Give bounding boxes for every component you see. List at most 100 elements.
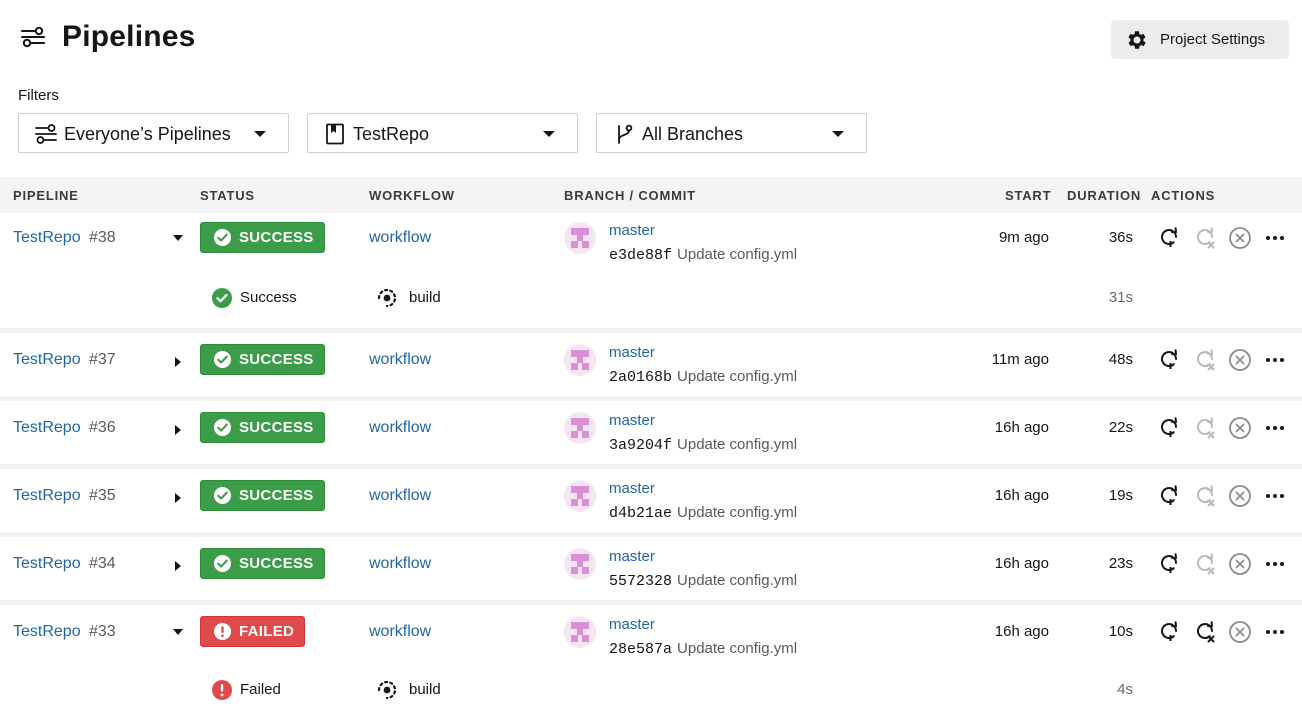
- avatar: [564, 548, 596, 580]
- cancel-icon[interactable]: [1228, 552, 1252, 576]
- cancel-icon[interactable]: [1228, 226, 1252, 250]
- job-duration: 31s: [1108, 289, 1133, 306]
- cancel-icon[interactable]: [1228, 620, 1252, 644]
- branch-filter-dropdown[interactable]: All Branches: [596, 113, 867, 153]
- table-row: TestRepo #37 SUCCESS workflow master 2a0168b U…: [0, 335, 1302, 396]
- branch-link[interactable]: master: [609, 548, 655, 565]
- collapse-row-toggle[interactable]: [173, 235, 183, 241]
- avatar: [564, 412, 596, 444]
- rerun-icon[interactable]: [1157, 226, 1181, 250]
- pipelines-filter-value: Everyone’s Pipelines: [64, 124, 231, 144]
- repo-icon: [326, 123, 344, 145]
- commit-info[interactable]: 5572328 Update config.yml: [609, 572, 797, 590]
- branch-link[interactable]: master: [609, 480, 655, 497]
- branch-link[interactable]: master: [609, 344, 655, 361]
- column-header-start: START: [1005, 188, 1052, 203]
- commit-hash: 5572328: [609, 573, 673, 590]
- workflow-link[interactable]: workflow: [369, 229, 431, 247]
- project-settings-button[interactable]: Project Settings: [1111, 20, 1289, 59]
- branch-link[interactable]: master: [609, 222, 655, 239]
- pipeline-repo-link[interactable]: TestRepo: [13, 623, 81, 641]
- duration: 19s: [1108, 487, 1133, 504]
- status-badge[interactable]: SUCCESS: [200, 222, 325, 253]
- page-header: Pipelines Project Settings: [0, 0, 1302, 80]
- start-time: 11m ago: [991, 351, 1049, 368]
- more-icon[interactable]: [1263, 552, 1287, 576]
- expand-row-toggle[interactable]: [175, 357, 181, 367]
- branch-link[interactable]: master: [609, 412, 655, 429]
- pipelines-filter-dropdown[interactable]: Everyone’s Pipelines: [18, 113, 289, 153]
- collapse-row-toggle[interactable]: [173, 629, 183, 635]
- expand-row-toggle[interactable]: [175, 561, 181, 571]
- commit-info[interactable]: 28e587a Update config.yml: [609, 640, 797, 658]
- more-icon[interactable]: [1263, 348, 1287, 372]
- commit-info[interactable]: 3a9204f Update config.yml: [609, 436, 797, 454]
- status-badge[interactable]: SUCCESS: [200, 344, 325, 375]
- row-divider: [0, 396, 1302, 401]
- pipeline-repo-link[interactable]: TestRepo: [13, 229, 81, 247]
- more-icon[interactable]: [1263, 620, 1287, 644]
- job-duration: 4s: [1117, 681, 1133, 698]
- table-row: TestRepo #34 SUCCESS workflow master 5572328 U…: [0, 539, 1302, 600]
- table-header: PIPELINE STATUS WORKFLOW BRANCH / COMMIT…: [0, 177, 1302, 213]
- duration: 22s: [1108, 419, 1133, 436]
- expand-row-toggle[interactable]: [175, 493, 181, 503]
- row-divider: [0, 328, 1302, 333]
- cancel-icon[interactable]: [1228, 348, 1252, 372]
- expand-row-toggle[interactable]: [175, 425, 181, 435]
- cancel-icon[interactable]: [1228, 484, 1252, 508]
- rerun-icon[interactable]: [1157, 348, 1181, 372]
- job-status-label: Failed: [240, 681, 281, 698]
- gear-icon: [1128, 30, 1146, 49]
- rerun-icon[interactable]: [1157, 416, 1181, 440]
- pipeline-repo-link[interactable]: TestRepo: [13, 351, 81, 369]
- commit-message: Update config.yml: [677, 640, 798, 657]
- status-badge[interactable]: SUCCESS: [200, 548, 325, 579]
- status-badge[interactable]: SUCCESS: [200, 412, 325, 443]
- pipeline-repo-link[interactable]: TestRepo: [13, 487, 81, 505]
- more-icon[interactable]: [1263, 484, 1287, 508]
- workflow-link[interactable]: workflow: [369, 623, 431, 641]
- pipeline-repo-link[interactable]: TestRepo: [13, 419, 81, 437]
- pipeline-number: #35: [89, 487, 116, 504]
- start-time: 16h ago: [994, 623, 1049, 640]
- commit-hash: 3a9204f: [609, 437, 673, 454]
- job-name-link[interactable]: build: [409, 289, 441, 306]
- rerun-failed-icon[interactable]: [1193, 552, 1217, 576]
- rerun-failed-icon[interactable]: [1193, 348, 1217, 372]
- more-icon[interactable]: [1263, 416, 1287, 440]
- workflow-link[interactable]: workflow: [369, 555, 431, 573]
- commit-info[interactable]: e3de88f Update config.yml: [609, 246, 797, 264]
- job-name-link[interactable]: build: [409, 681, 441, 698]
- rerun-icon[interactable]: [1157, 620, 1181, 644]
- rerun-failed-icon[interactable]: [1193, 484, 1217, 508]
- commit-info[interactable]: 2a0168b Update config.yml: [609, 368, 797, 386]
- pipeline-number: #38: [89, 229, 116, 246]
- pipeline-repo-link[interactable]: TestRepo: [13, 555, 81, 573]
- rerun-failed-icon[interactable]: [1193, 620, 1217, 644]
- workflow-link[interactable]: workflow: [369, 351, 431, 369]
- chevron-down-icon: [543, 131, 555, 137]
- column-header-duration: DURATION: [1067, 188, 1142, 203]
- rerun-failed-icon[interactable]: [1193, 226, 1217, 250]
- rerun-icon[interactable]: [1157, 484, 1181, 508]
- commit-message: Update config.yml: [677, 572, 798, 589]
- status-badge[interactable]: FAILED: [200, 616, 306, 647]
- repo-filter-dropdown[interactable]: TestRepo: [307, 113, 578, 153]
- job-icon: [377, 680, 397, 700]
- rerun-failed-icon[interactable]: [1193, 416, 1217, 440]
- commit-hash: e3de88f: [609, 247, 673, 264]
- check-circle-icon: [213, 486, 232, 505]
- branch-link[interactable]: master: [609, 616, 655, 633]
- chevron-down-icon: [832, 131, 844, 137]
- status-badge[interactable]: SUCCESS: [200, 480, 325, 511]
- status-badge-label: SUCCESS: [239, 351, 314, 368]
- start-time: 16h ago: [994, 555, 1049, 572]
- workflow-link[interactable]: workflow: [369, 487, 431, 505]
- cancel-icon[interactable]: [1228, 416, 1252, 440]
- rerun-icon[interactable]: [1157, 552, 1181, 576]
- commit-info[interactable]: d4b21ae Update config.yml: [609, 504, 797, 522]
- more-icon[interactable]: [1263, 226, 1287, 250]
- workflow-link[interactable]: workflow: [369, 419, 431, 437]
- start-time: 9m ago: [998, 229, 1049, 246]
